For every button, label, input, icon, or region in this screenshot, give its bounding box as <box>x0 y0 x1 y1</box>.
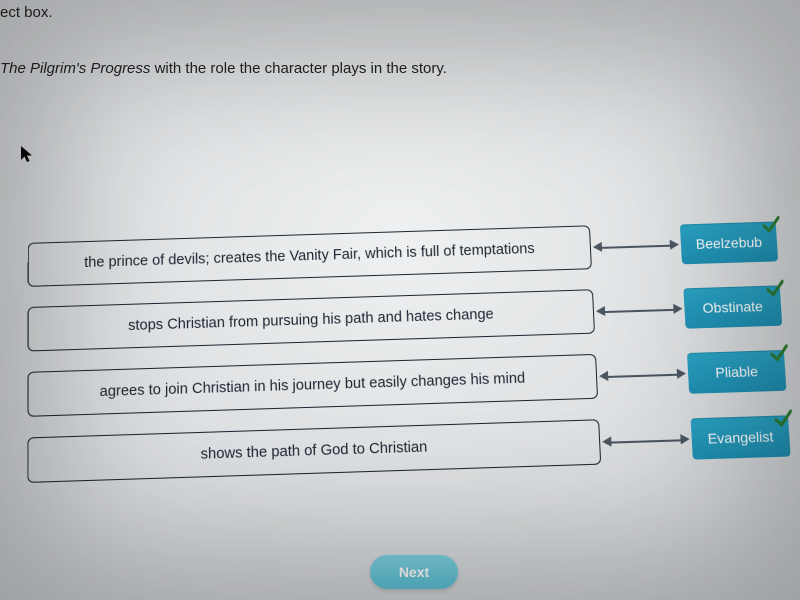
description-text: shows the path of God to Christian <box>201 439 428 463</box>
character-tile[interactable]: Pliable <box>687 350 786 394</box>
checkmark-icon <box>773 409 792 428</box>
match-row: agrees to join Christian in his journey … <box>27 347 798 418</box>
character-tile[interactable]: Evangelist <box>691 415 791 459</box>
character-name: Pliable <box>715 363 758 381</box>
next-button[interactable]: Next <box>370 555 458 589</box>
checkmark-icon <box>761 215 780 233</box>
book-title: The Pilgrim's Progress <box>0 60 150 77</box>
instruction-suffix: with the role the character plays in the… <box>150 60 447 77</box>
match-row: stops Christian from pursuing his path a… <box>28 282 795 353</box>
description-box[interactable]: shows the path of God to Christian <box>27 419 601 483</box>
matching-area: the prince of devils; creates the Vanity… <box>27 218 800 503</box>
match-row: the prince of devils; creates the Vanity… <box>28 218 791 288</box>
character-name: Obstinate <box>702 298 763 316</box>
mouse-cursor-icon <box>20 145 36 165</box>
character-tile[interactable]: Beelzebub <box>680 221 778 264</box>
checkmark-icon <box>765 279 784 298</box>
description-box[interactable]: agrees to join Christian in his journey … <box>27 354 598 417</box>
double-arrow-icon <box>600 438 692 443</box>
double-arrow-icon <box>594 308 685 313</box>
match-row: shows the path of God to Christian Evang… <box>27 412 800 484</box>
character-name: Beelzebub <box>695 234 762 252</box>
description-text: the prince of devils; creates the Vanity… <box>84 241 535 271</box>
double-arrow-icon <box>597 372 688 377</box>
checkmark-icon <box>769 344 788 363</box>
description-box[interactable]: the prince of devils; creates the Vanity… <box>28 225 592 287</box>
double-arrow-icon <box>591 243 681 248</box>
description-box[interactable]: stops Christian from pursuing his path a… <box>28 289 595 351</box>
description-text: stops Christian from pursuing his path a… <box>128 306 494 334</box>
header-fragment: ect box. <box>0 4 53 21</box>
instruction-text: The Pilgrim's Progress with the role the… <box>0 60 447 77</box>
character-tile[interactable]: Obstinate <box>683 285 782 328</box>
character-name: Evangelist <box>707 428 774 447</box>
quiz-page: ect box. The Pilgrim's Progress with the… <box>0 0 800 600</box>
next-label: Next <box>399 564 429 580</box>
description-text: agrees to join Christian in his journey … <box>100 370 526 400</box>
